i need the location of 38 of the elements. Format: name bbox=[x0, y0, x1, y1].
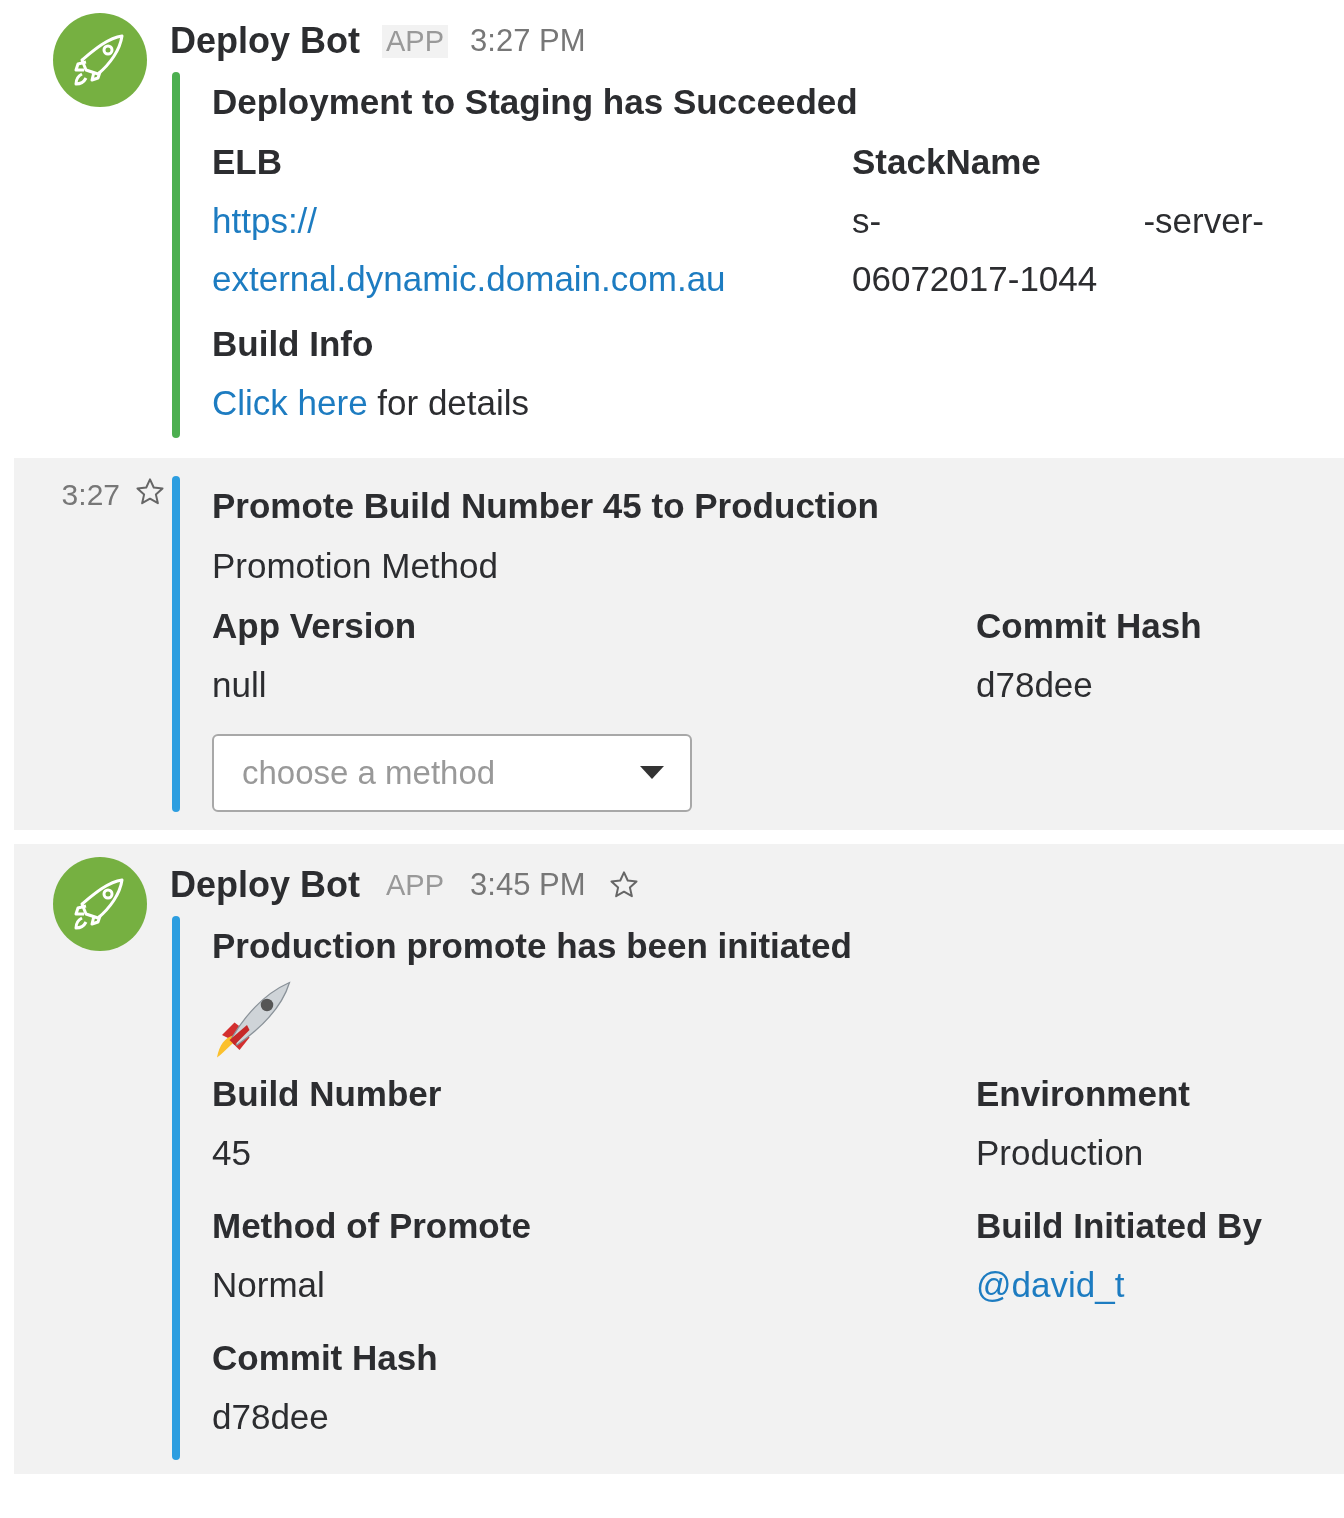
rocket-avatar-icon bbox=[52, 856, 148, 952]
field-title: Commit Hash bbox=[212, 1337, 439, 1379]
field-value: Normal bbox=[212, 1265, 325, 1304]
field-value: 06072017-1044 bbox=[852, 259, 1098, 298]
field-value: -server- bbox=[1143, 200, 1264, 242]
link[interactable]: external.dynamic.domain.com.au bbox=[212, 259, 726, 298]
field-title: StackName bbox=[852, 141, 1042, 183]
attachment-title: Promote Build Number 45 to Production bbox=[212, 485, 880, 527]
field-title: Build Number bbox=[212, 1073, 443, 1115]
attachment-text: Promotion Method bbox=[212, 545, 499, 587]
field-title: ELB bbox=[212, 141, 283, 183]
field-value: d78dee bbox=[212, 1397, 329, 1436]
field-title: Environment bbox=[976, 1073, 1191, 1115]
field-value: 45 bbox=[212, 1133, 251, 1172]
attachment-title: Production promote has been initiated bbox=[212, 925, 853, 967]
field-title: Build Initiated By bbox=[976, 1205, 1263, 1247]
author-name[interactable]: Deploy Bot bbox=[170, 864, 360, 906]
author-name[interactable]: Deploy Bot bbox=[170, 20, 360, 62]
caret-icon bbox=[640, 766, 664, 780]
link[interactable]: https:// bbox=[212, 201, 318, 240]
message-time[interactable]: 3:27 PM bbox=[470, 23, 586, 59]
field-value: Production bbox=[976, 1133, 1144, 1172]
message-time[interactable]: 3:45 PM bbox=[470, 867, 586, 903]
field-title: Method of Promote bbox=[212, 1205, 532, 1247]
field-value: null bbox=[212, 665, 267, 704]
attachment-title: Deployment to Staging has Succeeded bbox=[212, 81, 859, 123]
method-dropdown[interactable]: choose a method bbox=[212, 734, 692, 812]
message-time: 3:27 bbox=[61, 478, 120, 512]
field-title: Commit Hash bbox=[976, 605, 1203, 647]
link[interactable]: Click here bbox=[212, 383, 368, 422]
field-title: App Version bbox=[212, 605, 418, 647]
rocket-avatar-icon bbox=[52, 12, 148, 108]
field-value: s- bbox=[852, 200, 882, 242]
field-value: Click here for details bbox=[212, 383, 530, 422]
app-badge: APP bbox=[382, 24, 449, 58]
link[interactable]: @david_t bbox=[976, 1265, 1125, 1304]
field-title: Build Info bbox=[212, 323, 375, 365]
field-value: d78dee bbox=[976, 665, 1093, 704]
